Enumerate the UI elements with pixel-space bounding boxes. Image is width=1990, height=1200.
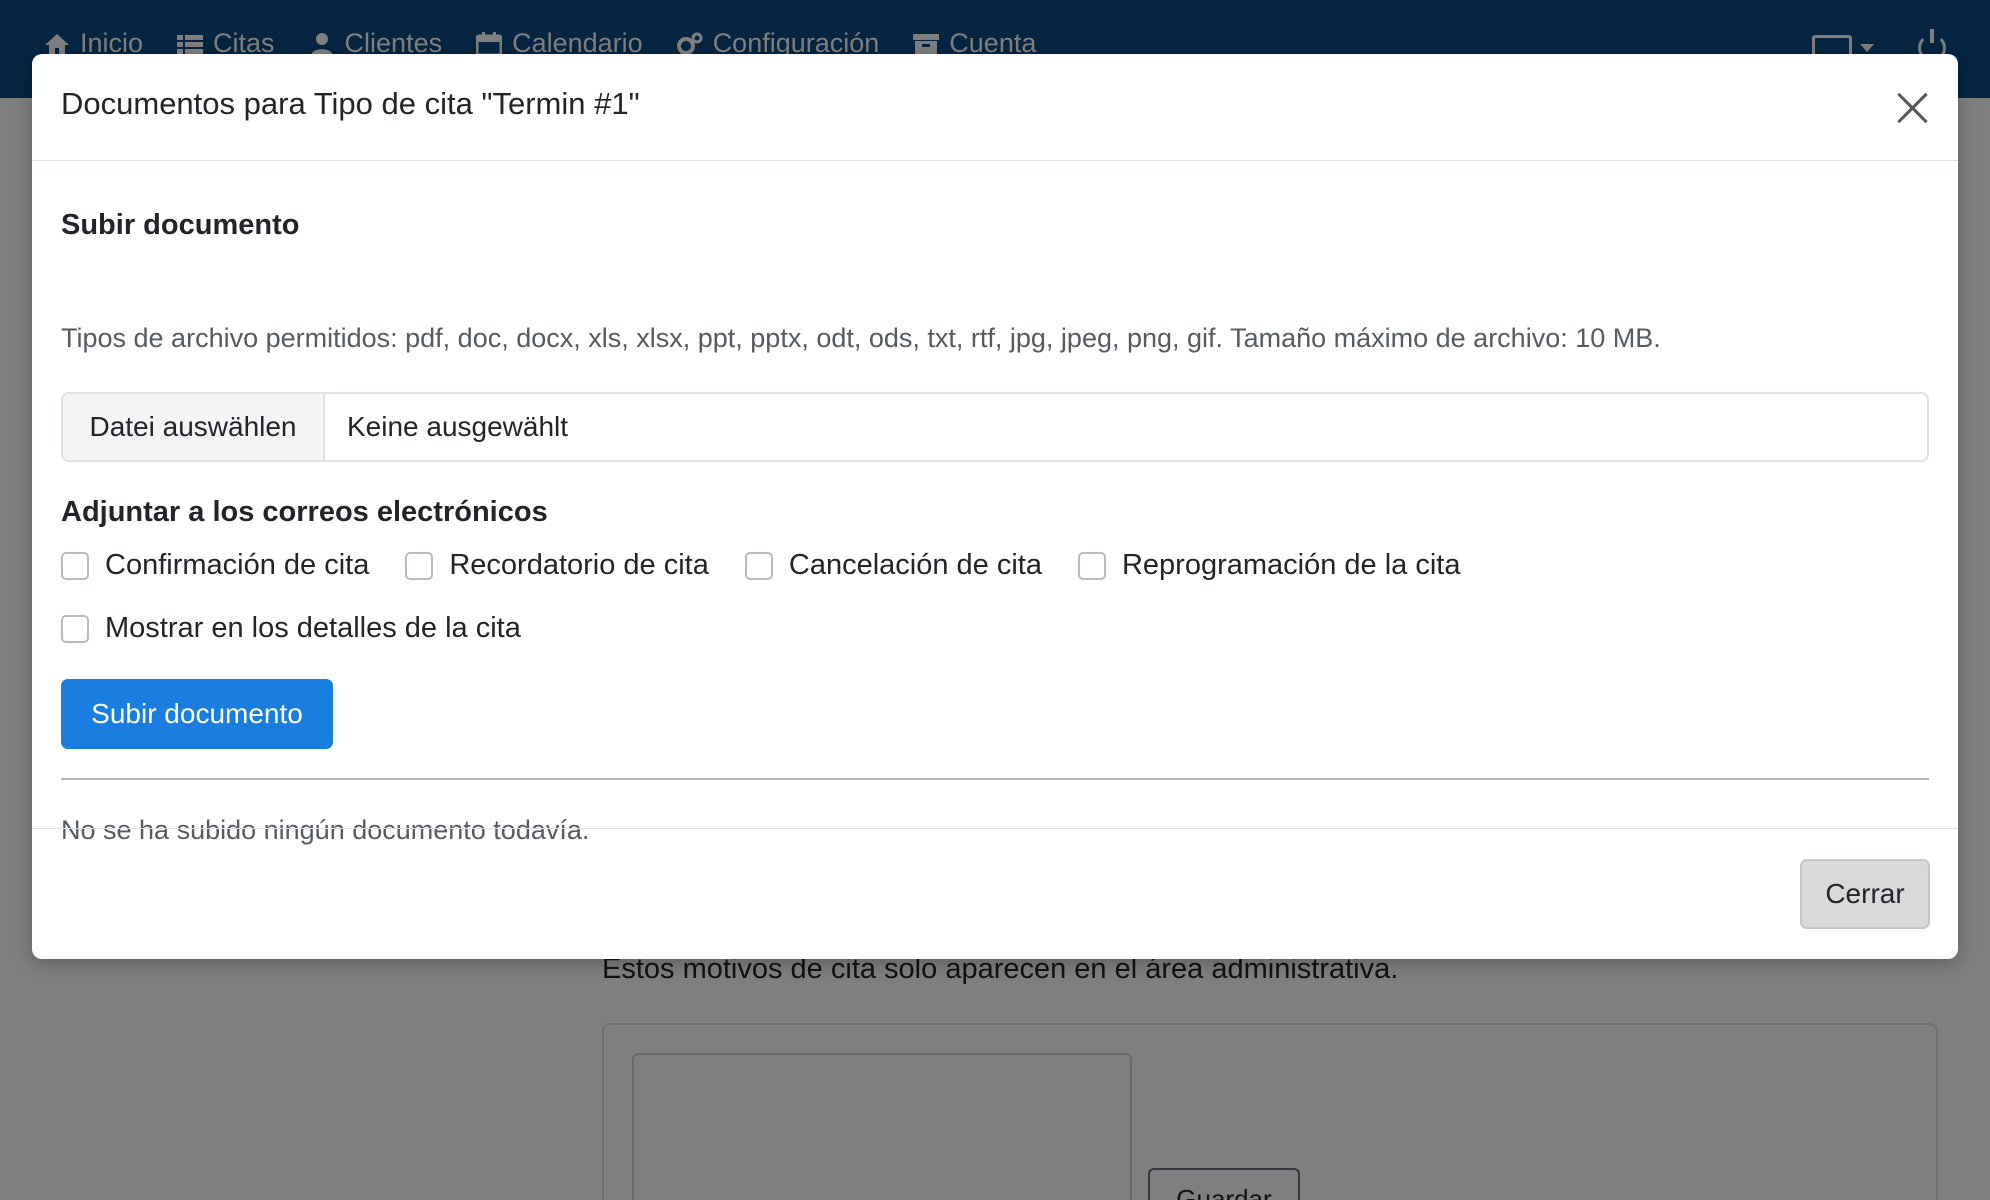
modal-title: Documentos para Tipo de cita "Termin #1" — [61, 86, 640, 121]
checkbox[interactable] — [61, 614, 89, 643]
checkbox-label: Cancelación de cita — [788, 549, 1042, 581]
allowed-types-text: Tipos de archivo permitidos: pdf, doc, d… — [61, 323, 1661, 353]
checkbox[interactable] — [61, 551, 89, 580]
file-input[interactable]: Datei auswählen Keine ausgewählt — [61, 392, 1929, 462]
divider — [61, 778, 1929, 780]
checkbox[interactable] — [744, 551, 773, 580]
checkbox-show-in-details[interactable]: Mostrar en los detalles de la cita — [61, 612, 521, 645]
attach-heading: Adjuntar a los correos electrónicos — [61, 496, 548, 528]
close-button[interactable]: Cerrar — [1800, 859, 1930, 929]
modal-footer: Cerrar — [32, 828, 1958, 959]
selected-file-name: Keine ausgewählt — [347, 411, 569, 442]
modal-header: Documentos para Tipo de cita "Termin #1" — [32, 54, 1958, 161]
upload-document-button[interactable]: Subir documento — [61, 679, 333, 749]
checkbox-cancellation[interactable]: Cancelación de cita — [744, 549, 1042, 582]
email-attach-options: Confirmación de cita Recordatorio de cit… — [61, 549, 1497, 582]
upload-heading: Subir documento — [61, 209, 300, 241]
checkbox-reschedule[interactable]: Reprogramación de la cita — [1077, 549, 1461, 582]
close-icon[interactable] — [1892, 88, 1932, 128]
checkbox-label: Confirmación de cita — [105, 549, 370, 581]
checkbox-label: Mostrar en los detalles de la cita — [105, 612, 521, 644]
checkbox-reminder[interactable]: Recordatorio de cita — [405, 549, 709, 582]
details-option-row: Mostrar en los detalles de la cita — [61, 612, 557, 645]
checkbox[interactable] — [1077, 551, 1106, 580]
documents-modal: Documentos para Tipo de cita "Termin #1"… — [32, 54, 1958, 959]
checkbox[interactable] — [405, 551, 434, 580]
checkbox-label: Recordatorio de cita — [449, 549, 709, 581]
checkbox-label: Reprogramación de la cita — [1121, 549, 1461, 581]
checkbox-confirmation[interactable]: Confirmación de cita — [61, 549, 369, 582]
choose-file-button[interactable]: Datei auswählen — [63, 394, 325, 460]
